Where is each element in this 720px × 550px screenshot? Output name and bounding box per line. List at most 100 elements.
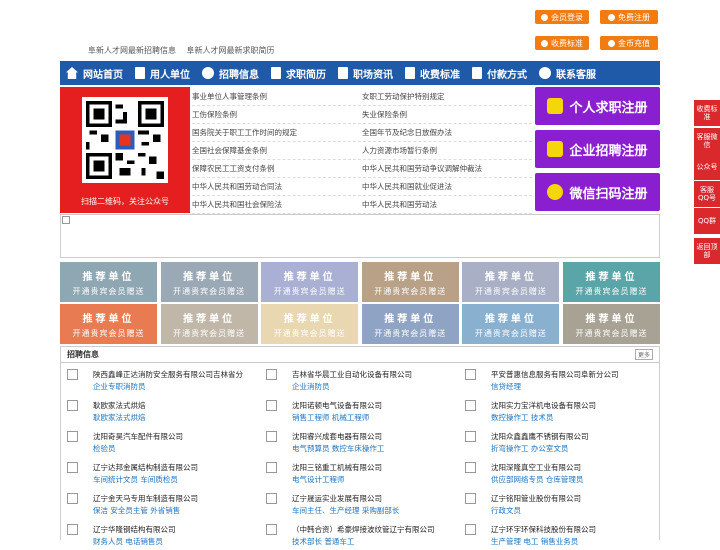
list-item: 中华人民共和国劳动合同法 中华人民共和国就业促进法: [192, 178, 532, 196]
job-positions[interactable]: 企业消防员: [292, 381, 330, 392]
more-link[interactable]: 更多: [634, 349, 653, 360]
job-item[interactable]: 沈阳睿兴成套电器有限公司 电气预算员 数控车床操作工: [260, 427, 455, 457]
company-name[interactable]: 吉林省华晨工业自动化设备有限公司: [292, 369, 412, 380]
job-item[interactable]: 辽宁达邦金属结构制造有限公司 车间统计文员 车间质检员: [61, 458, 256, 488]
company-logo: [67, 493, 78, 504]
job-positions[interactable]: 数控操作工 技术员: [491, 412, 553, 423]
company-name[interactable]: 沈阳三铭重工机械有限公司: [292, 462, 382, 473]
job-positions[interactable]: 保洁 安全员主管 外省销售: [93, 505, 180, 516]
nav-resumes[interactable]: 求职简历: [265, 61, 332, 85]
nav-employers[interactable]: 用人单位: [129, 61, 196, 85]
company-name[interactable]: 沈阳睿兴成套电器有限公司: [292, 431, 382, 442]
nav-fees[interactable]: 收费标准: [399, 61, 466, 85]
job-positions[interactable]: 信贷经理: [491, 381, 521, 392]
job-item[interactable]: 沈阳众鑫鑫鹰不锈钢有限公司 折弯操作工 办公室文员: [459, 427, 654, 457]
job-item[interactable]: 沈阳诺顿电气设备有限公司 销售工程师 机械工程师: [260, 396, 455, 426]
company-name[interactable]: 沈阳实力宝洋机电设备有限公司: [491, 400, 596, 411]
job-item[interactable]: 沈阳实力宝洋机电设备有限公司 数控操作工 技术员: [459, 396, 654, 426]
member-login-button[interactable]: 会员登录: [535, 10, 589, 24]
job-item[interactable]: 沈阳三铭重工机械有限公司 电气设计工程师: [260, 458, 455, 488]
job-positions[interactable]: 技术部长 普通车工: [292, 536, 354, 547]
ad-banner[interactable]: [60, 214, 660, 258]
job-positions[interactable]: 电气预算员 数控车床操作工: [292, 443, 384, 454]
recommended-unit-tile[interactable]: 推荐单位 开通贵宾会员赠送: [563, 262, 660, 302]
job-item[interactable]: 吉林省华晨工业自动化设备有限公司 企业消防员: [260, 365, 455, 395]
recommended-unit-tile[interactable]: 推荐单位 开通贵宾会员赠送: [261, 304, 359, 344]
company-name[interactable]: 平安普惠信息服务有限公司阜新分公司: [491, 369, 619, 380]
job-positions[interactable]: 检验员: [93, 443, 116, 454]
job-item[interactable]: 沈阳奇昊汽车配件有限公司 检验员: [61, 427, 256, 457]
company-name[interactable]: 沈阳奇昊汽车配件有限公司: [93, 431, 183, 442]
company-logo: [266, 431, 277, 442]
fee-standard-button[interactable]: 收费标准: [535, 36, 589, 50]
nav-news[interactable]: 职场资讯: [332, 61, 399, 85]
company-register-button[interactable]: 企业招聘注册: [535, 130, 660, 168]
company-name[interactable]: 沈阳深隆真空工业有限公司: [491, 462, 581, 473]
side-service-wechat[interactable]: 客服微信: [694, 128, 720, 154]
job-item[interactable]: 陕西鑫峰正达消防安全服务有限公司吉林省分 企业专职消防员: [61, 365, 256, 395]
company-name[interactable]: 辽宁晟运实业发展有限公司: [292, 493, 382, 504]
company-name[interactable]: 辽宁金天马专用车制造有限公司: [93, 493, 198, 504]
nav-jobs[interactable]: 招聘信息: [196, 61, 265, 85]
job-item[interactable]: 平安普惠信息服务有限公司阜新分公司 信贷经理: [459, 365, 654, 395]
job-item[interactable]: 辽宁环宇环保科技股份有限公司 生产管理 电工 销售业务员: [459, 520, 654, 550]
recommended-unit-tile[interactable]: 推荐单位 开通贵宾会员赠送: [361, 262, 459, 302]
company-name[interactable]: 辽宁铭阳管业股份有限公司: [491, 493, 581, 504]
job-item[interactable]: 沈阳深隆真空工业有限公司 供应部网络专员 仓库管理员: [459, 458, 654, 488]
job-item[interactable]: 辽宁铭阳管业股份有限公司 行政文员: [459, 489, 654, 519]
recommended-unit-tile[interactable]: 推荐单位 开通贵宾会员赠送: [160, 262, 258, 302]
company-name[interactable]: 辽宁环宇环保科技股份有限公司: [491, 524, 596, 535]
free-register-button[interactable]: 免费注册: [600, 10, 658, 24]
company-name[interactable]: 沈阳众鑫鑫鹰不锈钢有限公司: [491, 431, 589, 442]
nav-payment[interactable]: 付款方式: [466, 61, 533, 85]
job-positions[interactable]: 电气设计工程师: [292, 474, 345, 485]
job-positions[interactable]: 车间主任、生产经理 采购副部长: [292, 505, 399, 516]
job-item[interactable]: （中韩合资）希豪焊接波纹管辽宁有限公司 技术部长 普通车工: [260, 520, 455, 550]
job-item[interactable]: 辽宁华隆钢结构有限公司 财务人员 电话销售员: [61, 520, 256, 550]
recommended-unit-tile[interactable]: 推荐单位 开通贵宾会员赠送: [361, 304, 459, 344]
wechat-register-button[interactable]: 微信扫码注册: [535, 173, 660, 211]
job-positions[interactable]: 供应部网络专员 仓库管理员: [491, 474, 583, 485]
side-back-to-top[interactable]: 返回顶部: [694, 238, 720, 264]
job-positions[interactable]: 折弯操作工 办公室文员: [491, 443, 568, 454]
job-positions[interactable]: 销售工程师 机械工程师: [292, 412, 369, 423]
company-name[interactable]: 辽宁达邦金属结构制造有限公司: [93, 462, 198, 473]
tile-title: 推荐单位: [484, 314, 537, 325]
news-icon: [338, 67, 348, 79]
coin-icon: [608, 39, 615, 47]
law-links: 事业单位人事管理条例 女职工劳动保护特别规定 工伤保险条例 失业保险条例 国务院关于…: [192, 88, 532, 214]
job-item[interactable]: 辽宁金天马专用车制造有限公司 保洁 安全员主管 外省销售: [61, 489, 256, 519]
recommended-unit-tile[interactable]: 推荐单位 开通贵宾会员赠送: [462, 304, 560, 344]
recommended-unit-tile[interactable]: 推荐单位 开通贵宾会员赠送: [462, 262, 560, 302]
recommended-unit-tile[interactable]: 推荐单位 开通贵宾会员赠送: [563, 304, 660, 344]
job-positions[interactable]: 企业专职消防员: [93, 381, 146, 392]
company-name[interactable]: 陕西鑫峰正达消防安全服务有限公司吉林省分: [93, 369, 243, 380]
side-service-qq[interactable]: 客服QQ号: [694, 181, 720, 207]
tile-title: 推荐单位: [484, 272, 537, 283]
job-item[interactable]: 辽宁晟运实业发展有限公司 车间主任、生产经理 采购副部长: [260, 489, 455, 519]
job-positions[interactable]: 行政文员: [491, 505, 521, 516]
company-name[interactable]: （中韩合资）希豪焊接波纹管辽宁有限公司: [292, 524, 435, 535]
recommended-unit-tile[interactable]: 推荐单位 开通贵宾会员赠送: [160, 304, 258, 344]
recommended-unit-tile[interactable]: 推荐单位 开通贵宾会员赠送: [60, 304, 157, 344]
job-positions[interactable]: 耿欧家法式烘焙: [93, 412, 146, 423]
latest-jobs-link[interactable]: 阜新人才网最新招聘信息: [88, 46, 176, 55]
coin-recharge-button[interactable]: 金币充值: [600, 36, 658, 50]
side-fee-standard[interactable]: 收费标准: [694, 100, 720, 126]
job-positions[interactable]: 生产管理 电工 销售业务员: [491, 536, 578, 547]
personal-register-button[interactable]: 个人求职注册: [535, 87, 660, 125]
nav-contact[interactable]: 联系客服: [533, 61, 602, 85]
side-qq-group[interactable]: QQ群: [694, 208, 720, 234]
jobs-header: 招聘信息 更多: [61, 347, 659, 363]
side-official-account[interactable]: 公众号: [694, 154, 720, 180]
job-positions[interactable]: 财务人员 电话销售员: [93, 536, 163, 547]
latest-resumes-link[interactable]: 阜新人才网最新求职简历: [187, 46, 275, 55]
recommended-unit-tile[interactable]: 推荐单位 开通贵宾会员赠送: [261, 262, 359, 302]
recommended-unit-tile[interactable]: 推荐单位 开通贵宾会员赠送: [60, 262, 157, 302]
company-name[interactable]: 辽宁华隆钢结构有限公司: [93, 524, 176, 535]
company-name[interactable]: 耿欧家法式烘焙: [93, 400, 146, 411]
company-name[interactable]: 沈阳诺顿电气设备有限公司: [292, 400, 382, 411]
nav-home[interactable]: 网站首页: [60, 61, 129, 85]
job-item[interactable]: 耿欧家法式烘焙 耿欧家法式烘焙: [61, 396, 256, 426]
job-positions[interactable]: 车间统计文员 车间质检员: [93, 474, 178, 485]
